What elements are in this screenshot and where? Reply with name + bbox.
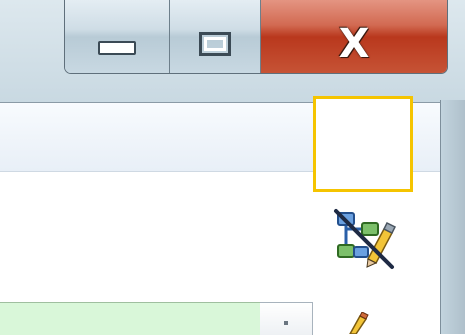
pencil-icon[interactable] (340, 312, 374, 334)
caption-buttons: X (64, 0, 448, 74)
minimize-icon (98, 41, 136, 55)
maximize-icon (199, 32, 231, 56)
close-button[interactable]: X (261, 0, 447, 73)
bottom-input-field[interactable] (0, 302, 261, 335)
dropdown-button[interactable] (260, 302, 313, 335)
dropdown-arrow-icon (284, 321, 288, 325)
maximize-button[interactable] (170, 0, 261, 73)
close-icon: X (338, 21, 370, 67)
diagram-edit-icon[interactable] (332, 207, 396, 271)
minimize-button[interactable] (65, 0, 170, 73)
window-frame-right-edge (440, 100, 465, 334)
highlighted-tool-frame (313, 96, 413, 192)
